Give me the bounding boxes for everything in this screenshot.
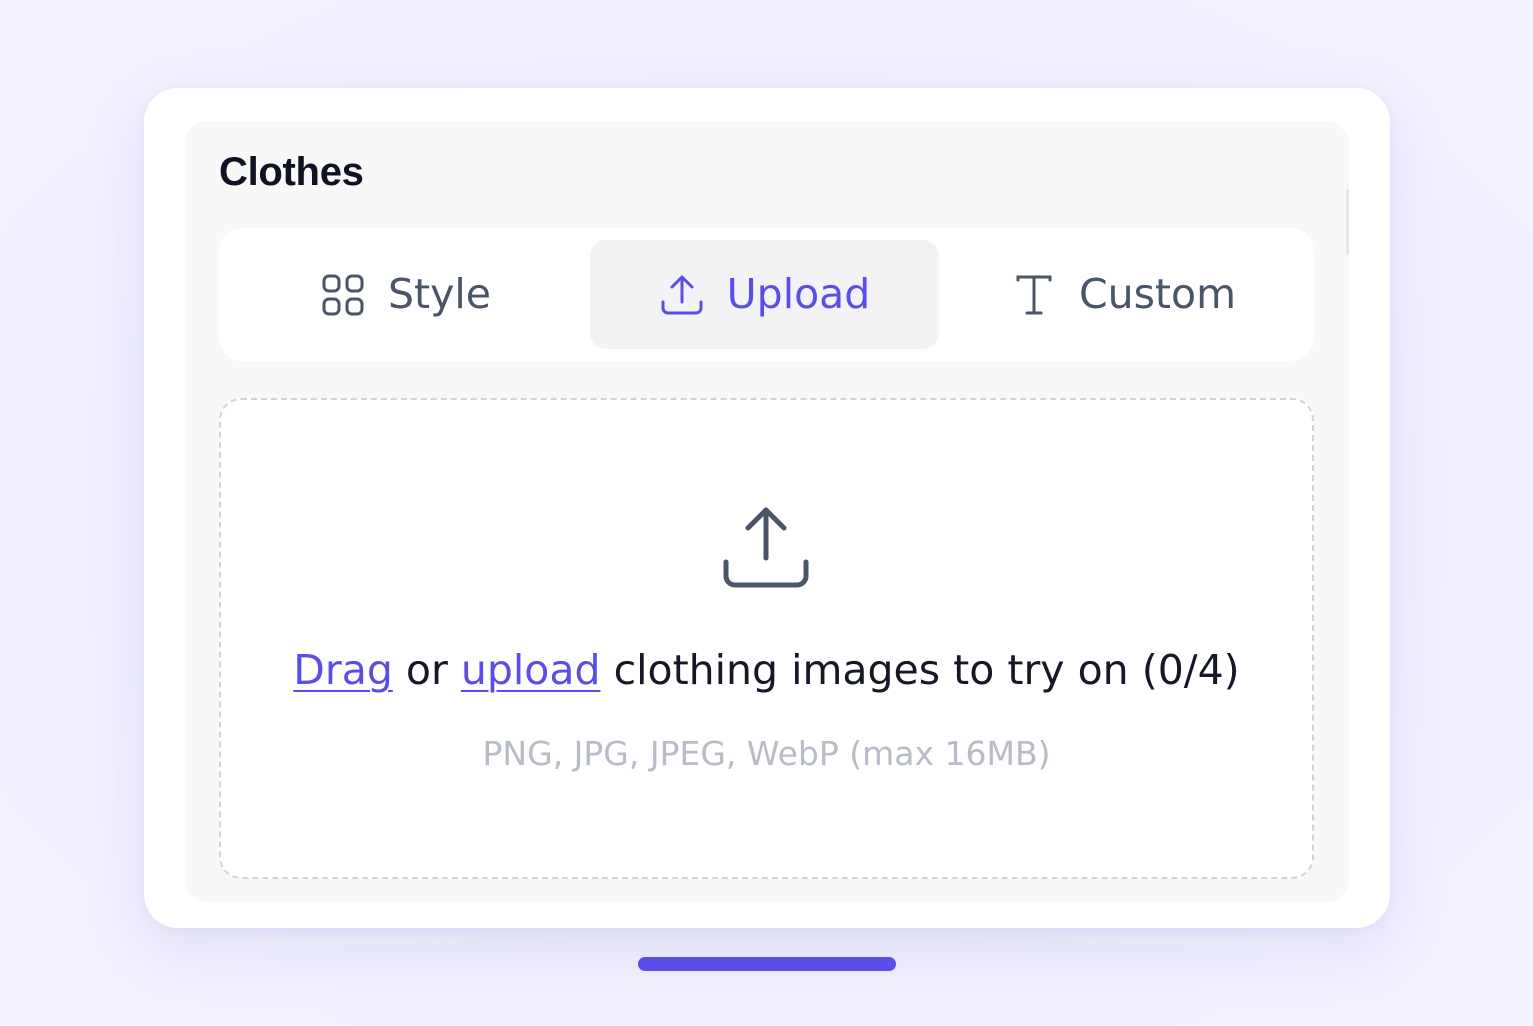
dropzone-instructions: Drag or upload clothing images to try on… xyxy=(221,644,1312,696)
upload-link[interactable]: upload xyxy=(461,646,601,694)
home-indicator xyxy=(638,957,896,971)
formats-hint: PNG, JPG, JPEG, WebP (max 16MB) xyxy=(482,734,1051,773)
tab-custom-label: Custom xyxy=(1078,270,1237,318)
text-icon xyxy=(1011,272,1057,318)
panel-title: Clothes xyxy=(219,150,364,194)
panel-scrollbar[interactable] xyxy=(1346,189,1349,255)
tab-style-label: Style xyxy=(388,270,491,318)
drag-link[interactable]: Drag xyxy=(293,646,393,694)
instructions-text: clothing images to try on (0/4) xyxy=(600,646,1240,694)
upload-icon xyxy=(659,272,705,318)
tab-upload-label: Upload xyxy=(726,270,871,318)
grid-icon xyxy=(320,272,366,318)
upload-dropzone[interactable]: Drag or upload clothing images to try on… xyxy=(219,398,1314,879)
or-text: or xyxy=(392,646,461,694)
upload-icon xyxy=(721,500,811,590)
clothes-card: Clothes Style Upload Custom Drag or uplo… xyxy=(144,88,1390,928)
tab-custom[interactable]: Custom xyxy=(949,240,1298,349)
tab-upload[interactable]: Upload xyxy=(590,240,939,349)
clothes-panel: Clothes Style Upload Custom Drag or uplo… xyxy=(185,121,1349,902)
tab-style[interactable]: Style xyxy=(231,240,580,349)
tab-bar: Style Upload Custom xyxy=(219,228,1314,361)
